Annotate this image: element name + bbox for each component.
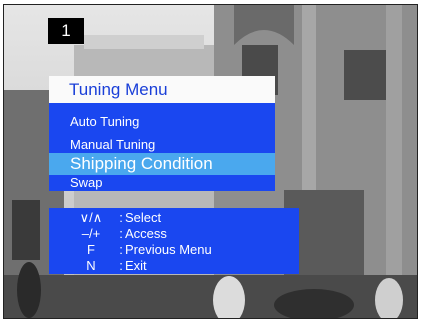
up-down-key: ∨/∧ — [79, 210, 103, 225]
help-separator: : — [119, 242, 123, 257]
menu-item-manual-tuning[interactable]: Manual Tuning — [49, 136, 275, 154]
menu-title: Tuning Menu — [49, 76, 275, 103]
key-help-panel: ∨/∧ : Select –/+ : Access F : Previous M… — [49, 208, 299, 274]
tv-screen-frame: 1 Tuning Menu Auto Tuning Manual Tuning … — [3, 4, 418, 319]
menu-item-shipping-condition[interactable]: Shipping Condition — [49, 153, 275, 175]
minus-plus-key: –/+ — [81, 226, 101, 241]
menu-item-auto-tuning[interactable]: Auto Tuning — [49, 113, 275, 131]
help-label-select: Select — [125, 210, 162, 225]
help-label-previous-menu: Previous Menu — [125, 242, 212, 257]
help-separator: : — [119, 258, 123, 273]
help-separator: : — [119, 210, 123, 225]
tuning-menu: Auto Tuning Manual Tuning Shipping Condi… — [49, 103, 275, 191]
help-label-exit: Exit — [125, 258, 147, 273]
help-label-access: Access — [125, 226, 167, 241]
f-key: F — [87, 242, 95, 257]
menu-item-swap[interactable]: Swap — [49, 175, 275, 191]
help-separator: : — [119, 226, 123, 241]
n-key: N — [86, 258, 96, 273]
channel-number: 1 — [48, 18, 84, 44]
